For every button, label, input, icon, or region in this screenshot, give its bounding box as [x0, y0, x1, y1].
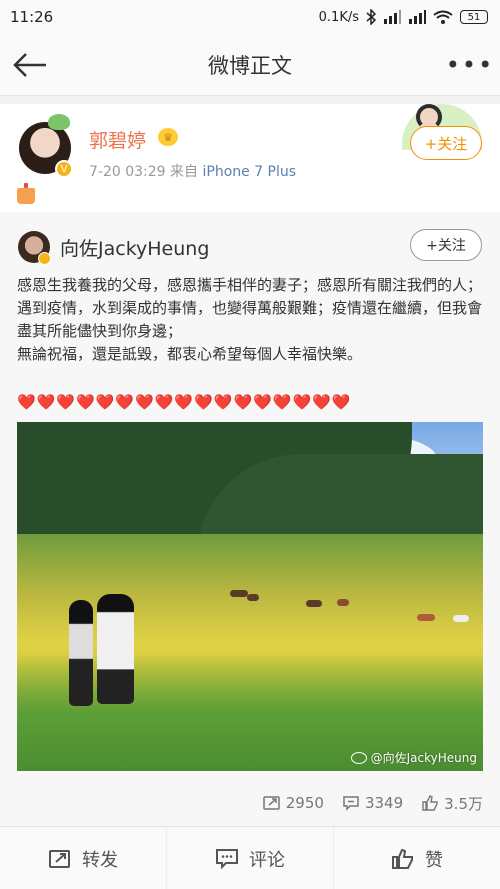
comment-icon [216, 848, 238, 869]
image-horse [247, 594, 259, 601]
repost-card[interactable]: 向佐JackyHeung +关注 感恩生我養我的父母，感恩攜手相伴的妻子；感恩所… [0, 212, 500, 826]
repost-text: 感恩生我養我的父母，感恩攜手相伴的妻子；感恩所有關注我們的人； 遇到疫情，水到渠… [17, 274, 485, 366]
comment-count-stat[interactable]: 3349 [342, 794, 403, 812]
weibo-logo-icon [350, 751, 367, 764]
image-horse [453, 615, 469, 622]
signal-icon [408, 10, 426, 24]
heart-emojis: ❤️❤️❤️❤️❤️❤️❤️❤️❤️❤️❤️❤️❤️❤️❤️❤️❤️ [17, 393, 352, 411]
repost-count-stat[interactable]: 2950 [263, 794, 324, 812]
repost-follow-button[interactable]: +关注 [410, 229, 482, 261]
repost-text-line: 感恩生我養我的父母，感恩攜手相伴的妻子；感恩所有關注我們的人； [17, 276, 483, 294]
page-title: 微博正文 [208, 53, 292, 78]
status-indicators: 0.1K/s 51 [319, 9, 488, 25]
wifi-icon [433, 10, 453, 25]
like-icon [392, 848, 413, 869]
like-button[interactable]: 赞 [333, 827, 500, 889]
verified-badge-icon [38, 252, 51, 265]
like-icon [422, 795, 438, 811]
post-image[interactable]: @向佐JackyHeung [17, 422, 483, 771]
like-label: 赞 [425, 849, 443, 871]
post-header: V 郭碧婷 ♛ 7-20 03:29 来自 iPhone 7 Plus +关注 [0, 104, 500, 212]
action-bar: 转发 评论 赞 [0, 826, 500, 889]
image-horse [306, 600, 322, 607]
vip-crown-icon: ♛ [158, 128, 178, 146]
image-person [97, 594, 134, 704]
repost-label: 转发 [82, 849, 118, 871]
post-timestamp: 7-20 03:29 [89, 164, 166, 180]
avatar-decoration [48, 114, 70, 130]
image-horse [337, 599, 349, 606]
verified-badge-icon: V [55, 160, 73, 178]
repost-count: 2950 [285, 794, 324, 812]
repost-icon [49, 849, 70, 868]
repost-icon [263, 796, 280, 810]
comment-button[interactable]: 评论 [166, 827, 333, 889]
watermark-text: @向佐JackyHeung [370, 751, 477, 765]
battery-indicator: 51 [460, 10, 488, 24]
source-prefix: 来自 [170, 164, 199, 180]
back-button[interactable] [10, 46, 50, 84]
signal-icon [383, 10, 401, 24]
repost-text-line: 遇到疫情，水到渠成的事情，也變得萬般艱難；疫情還在繼續，但我會盡其所能儘快到你身… [17, 299, 483, 340]
more-button[interactable]: ••• [446, 48, 492, 82]
cake-icon [17, 183, 35, 204]
post-meta: 7-20 03:29 来自 iPhone 7 Plus [89, 161, 296, 181]
image-horse [230, 590, 248, 597]
nav-bar: 微博正文 ••• [0, 34, 500, 96]
bluetooth-icon [366, 9, 376, 25]
post-source[interactable]: iPhone 7 Plus [202, 164, 296, 180]
image-horse [417, 614, 435, 621]
status-bar: 11:26 0.1K/s 51 [0, 0, 500, 34]
repost-stats: 2950 3349 3.5万 [263, 790, 483, 816]
image-person [69, 600, 93, 706]
image-watermark: @向佐JackyHeung [350, 749, 477, 766]
like-count: 3.5万 [444, 794, 483, 813]
follow-button[interactable]: +关注 [410, 126, 482, 160]
repost-text-line: 無論祝福，還是詆毀，都衷心希望每個人幸福快樂。 [17, 345, 363, 363]
status-time: 11:26 [10, 8, 54, 26]
author-name[interactable]: 郭碧婷 [89, 126, 146, 153]
repost-button[interactable]: 转发 [0, 827, 166, 889]
like-count-stat[interactable]: 3.5万 [421, 793, 483, 814]
comment-count: 3349 [364, 794, 404, 812]
network-speed: 0.1K/s [318, 9, 359, 25]
comment-label: 评论 [249, 849, 285, 871]
more-icon: ••• [445, 51, 495, 79]
repost-author[interactable]: 向佐JackyHeung [60, 234, 209, 261]
back-arrow-icon [13, 53, 46, 77]
comment-icon [343, 796, 359, 811]
